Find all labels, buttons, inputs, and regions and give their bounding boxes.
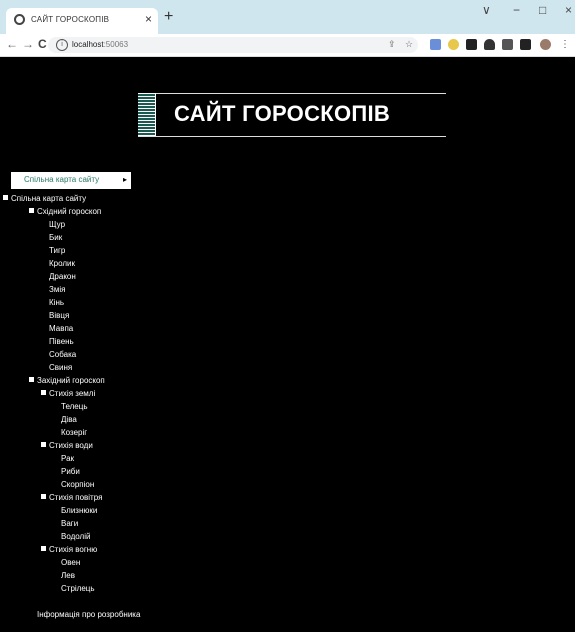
tree-leaf[interactable]: Кінь: [49, 298, 64, 308]
collapse-icon[interactable]: [41, 442, 46, 447]
reading-list-icon[interactable]: [502, 39, 513, 50]
tree-leaf[interactable]: Мавпа: [49, 324, 73, 334]
side-panel-icon[interactable]: [520, 39, 531, 50]
close-window-button[interactable]: ×: [565, 3, 572, 17]
tree-leaf[interactable]: Дракон: [49, 272, 76, 282]
tree-node-water[interactable]: Стихія води: [41, 441, 93, 451]
browser-toolbar: ← → C i localhost:50063 ⇪ ☆ ⋮: [0, 34, 575, 57]
tree-node-earth[interactable]: Стихія землі: [41, 389, 95, 399]
profile-avatar[interactable]: [540, 39, 551, 50]
reload-icon[interactable]: C: [38, 37, 47, 51]
bookmark-star-icon[interactable]: ☆: [405, 39, 413, 50]
tree-leaf[interactable]: Щур: [49, 220, 65, 230]
tree-leaf[interactable]: Кролик: [49, 259, 75, 269]
submenu-arrow-icon: ▸: [123, 175, 128, 184]
tree-leaf[interactable]: Козеріг: [61, 428, 87, 438]
tree-leaf[interactable]: Водолій: [61, 532, 90, 542]
menu-kebab-icon[interactable]: ⋮: [560, 39, 571, 50]
sitemap-menu-label: Спільна карта сайту: [24, 175, 100, 184]
tree-leaf[interactable]: Собака: [49, 350, 76, 360]
tree-leaf[interactable]: Тигр: [49, 246, 65, 256]
tree-leaf[interactable]: Півень: [49, 337, 74, 347]
tree-leaf[interactable]: Стрілець: [61, 584, 95, 594]
tree-leaf[interactable]: Рак: [61, 454, 74, 464]
tree-node-western[interactable]: Західний гороскоп: [29, 376, 105, 386]
extensions-puzzle-icon[interactable]: [484, 39, 495, 50]
collapse-icon[interactable]: [29, 377, 34, 382]
tree-leaf[interactable]: Ваги: [61, 519, 78, 529]
page-title: САЙТ ГОРОСКОПІВ: [174, 101, 391, 126]
tree-leaf[interactable]: Бик: [49, 233, 62, 243]
extension-icon[interactable]: [448, 39, 459, 50]
browser-tab-bar: САЙТ ГОРОСКОПІВ × + ∨ − □ ×: [0, 0, 575, 34]
tree-leaf[interactable]: Овен: [61, 558, 80, 568]
banner-stripes-logo: [138, 93, 156, 137]
sitemap-menu-button[interactable]: Спільна карта сайту ▸: [11, 172, 131, 189]
tab-search-chevron-icon[interactable]: ∨: [482, 3, 491, 17]
site-header-banner: САЙТ ГОРОСКОПІВ: [138, 93, 446, 137]
tree-leaf[interactable]: Вівця: [49, 311, 69, 321]
extension-icon[interactable]: [466, 39, 477, 50]
new-tab-button[interactable]: +: [164, 8, 173, 26]
collapse-icon[interactable]: [41, 546, 46, 551]
tree-node-developer[interactable]: Інформація про розробника: [37, 610, 140, 620]
url-text: localhost:50063: [72, 40, 129, 49]
tab-title: САЙТ ГОРОСКОПІВ: [31, 15, 110, 24]
close-tab-icon[interactable]: ×: [145, 12, 152, 26]
tree-node-root[interactable]: Спільна карта сайту: [3, 194, 86, 204]
banner-divider: [138, 136, 446, 137]
tree-leaf[interactable]: Свиня: [49, 363, 72, 373]
tree-node-air[interactable]: Стихія повітря: [41, 493, 102, 503]
tree-leaf[interactable]: Скорпіон: [61, 480, 94, 490]
tree-node-fire[interactable]: Стихія вогню: [41, 545, 97, 555]
tree-leaf[interactable]: Діва: [61, 415, 77, 425]
collapse-icon[interactable]: [29, 208, 34, 213]
tree-leaf[interactable]: Телець: [61, 402, 88, 412]
address-bar[interactable]: i localhost:50063 ⇪ ☆: [48, 37, 418, 53]
collapse-icon[interactable]: [41, 494, 46, 499]
extension-icon[interactable]: [430, 39, 441, 50]
tree-leaf[interactable]: Риби: [61, 467, 80, 477]
info-icon[interactable]: i: [56, 39, 68, 51]
tree-leaf[interactable]: Близнюки: [61, 506, 97, 516]
minimize-button[interactable]: −: [513, 3, 520, 17]
banner-divider: [138, 93, 446, 94]
back-arrow-icon[interactable]: ←: [6, 37, 18, 51]
collapse-icon[interactable]: [3, 195, 8, 200]
tree-leaf[interactable]: Лев: [61, 571, 75, 581]
globe-icon: [14, 14, 25, 25]
forward-arrow-icon[interactable]: →: [22, 37, 34, 51]
maximize-button[interactable]: □: [539, 3, 546, 17]
tree-leaf[interactable]: Змія: [49, 285, 65, 295]
share-icon[interactable]: ⇪: [388, 39, 396, 50]
browser-tab[interactable]: САЙТ ГОРОСКОПІВ ×: [6, 8, 158, 34]
tree-node-eastern[interactable]: Східний гороскоп: [29, 207, 101, 217]
collapse-icon[interactable]: [41, 390, 46, 395]
